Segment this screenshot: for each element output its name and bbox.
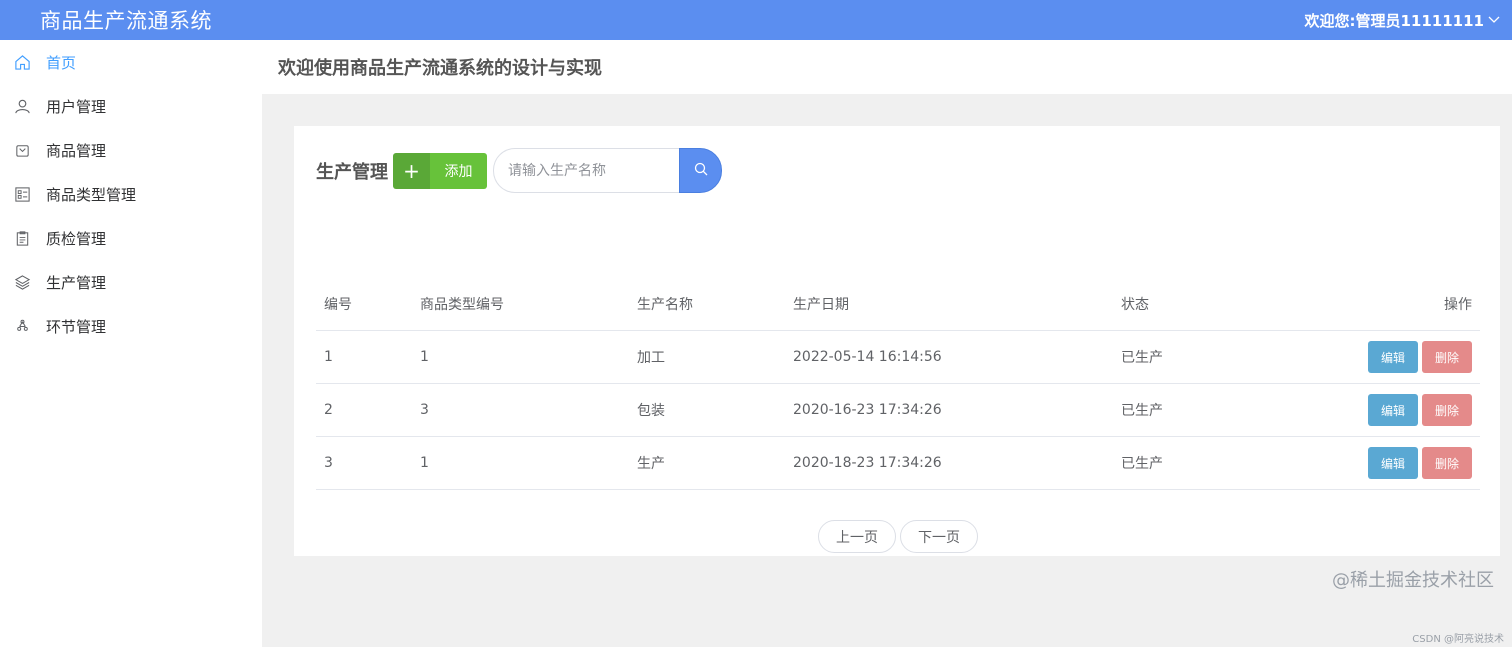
- search-icon: [694, 161, 708, 180]
- cell-type-id: 1: [420, 455, 429, 471]
- header-type-id: 商品类型编号: [420, 297, 504, 313]
- sidebar-item-label: 首页: [46, 53, 77, 72]
- sidebar-item-label: 环节管理: [46, 317, 107, 336]
- cell-ops: 编辑 删除: [1313, 341, 1480, 373]
- toolbar: 生产管理 + 添加: [316, 148, 722, 193]
- add-button-label: 添加: [430, 152, 487, 189]
- pagination: 上一页 下一页: [818, 520, 978, 553]
- sidebar-item-goods[interactable]: 商品管理: [0, 128, 262, 172]
- sidebar-item-users[interactable]: 用户管理: [0, 84, 262, 128]
- recycle-icon: [13, 317, 31, 335]
- table-row: 2 3 包装 2020-16-23 17:34:26 已生产 编辑 删除: [316, 384, 1480, 437]
- sidebar-item-label: 用户管理: [46, 97, 107, 116]
- main-area: 欢迎使用商品生产流通系统的设计与实现 生产管理 + 添加 编号 商品类型编号: [262, 40, 1512, 647]
- header-name: 生产名称: [637, 297, 693, 313]
- app-title: 商品生产流通系统: [40, 9, 212, 33]
- cell-ops: 编辑 删除: [1313, 447, 1480, 479]
- edit-button[interactable]: 编辑: [1368, 341, 1418, 373]
- search-input[interactable]: [493, 148, 679, 193]
- home-icon: [13, 53, 31, 71]
- cell-id: 2: [324, 402, 333, 418]
- sidebar-item-process[interactable]: 环节管理: [0, 304, 262, 348]
- sidebar-item-production[interactable]: 生产管理: [0, 260, 262, 304]
- add-button[interactable]: + 添加: [393, 152, 487, 189]
- delete-button[interactable]: 删除: [1422, 341, 1472, 373]
- cell-status: 已生产: [1121, 456, 1163, 472]
- sidebar-item-home[interactable]: 首页: [0, 40, 262, 84]
- clipboard-icon: [13, 229, 31, 247]
- cell-date: 2020-16-23 17:34:26: [793, 402, 942, 418]
- watermark: @稀土掘金技术社区: [1332, 570, 1494, 591]
- cell-name: 加工: [637, 350, 665, 366]
- content-card: 生产管理 + 添加 编号 商品类型编号 生产名称 生产日期 状态: [294, 126, 1500, 556]
- table-header-row: 编号 商品类型编号 生产名称 生产日期 状态 操作: [316, 278, 1480, 331]
- cell-name: 生产: [637, 456, 665, 472]
- cell-id: 3: [324, 455, 333, 471]
- cell-date: 2022-05-14 16:14:56: [793, 349, 942, 365]
- cell-date: 2020-18-23 17:34:26: [793, 455, 942, 471]
- table-row: 3 1 生产 2020-18-23 17:34:26 已生产 编辑 删除: [316, 437, 1480, 490]
- cell-status: 已生产: [1121, 403, 1163, 419]
- user-greeting: 欢迎您:管理员11111111: [1304, 11, 1485, 30]
- edit-button[interactable]: 编辑: [1368, 447, 1418, 479]
- sidebar: 首页 用户管理 商品管理 商品类型管理 质检管理 生产管理 环节管理: [0, 40, 262, 647]
- watermark-sub: CSDN @阿亮说技术: [1412, 634, 1504, 645]
- header-ops: 操作: [1444, 297, 1472, 313]
- section-title: 生产管理: [316, 161, 388, 183]
- sidebar-item-label: 质检管理: [46, 229, 107, 248]
- cell-ops: 编辑 删除: [1313, 394, 1480, 426]
- goods-icon: [13, 141, 31, 159]
- header-date: 生产日期: [793, 297, 849, 313]
- user-icon: [13, 97, 31, 115]
- sidebar-item-category[interactable]: 商品类型管理: [0, 172, 262, 216]
- header-status: 状态: [1121, 297, 1149, 313]
- sidebar-item-label: 商品类型管理: [46, 185, 137, 204]
- prev-page-button[interactable]: 上一页: [818, 520, 896, 553]
- category-icon: [13, 185, 31, 203]
- sidebar-item-label: 商品管理: [46, 141, 107, 160]
- edit-button[interactable]: 编辑: [1368, 394, 1418, 426]
- chevron-down-icon: [1488, 11, 1500, 29]
- header-id: 编号: [324, 297, 352, 313]
- next-page-button[interactable]: 下一页: [900, 520, 978, 553]
- page-header: 欢迎使用商品生产流通系统的设计与实现: [262, 40, 1512, 94]
- table-row: 1 1 加工 2022-05-14 16:14:56 已生产 编辑 删除: [316, 331, 1480, 384]
- cell-status: 已生产: [1121, 350, 1163, 366]
- welcome-title: 欢迎使用商品生产流通系统的设计与实现: [278, 58, 602, 79]
- cell-type-id: 3: [420, 402, 429, 418]
- delete-button[interactable]: 删除: [1422, 394, 1472, 426]
- production-table: 编号 商品类型编号 生产名称 生产日期 状态 操作 1 1 加工 2022-05…: [316, 278, 1480, 490]
- sidebar-item-label: 生产管理: [46, 273, 107, 292]
- cell-name: 包装: [637, 403, 665, 419]
- cell-type-id: 1: [420, 349, 429, 365]
- cell-id: 1: [324, 349, 333, 365]
- top-header: 商品生产流通系统 欢迎您:管理员11111111: [0, 0, 1512, 40]
- delete-button[interactable]: 删除: [1422, 447, 1472, 479]
- layers-icon: [13, 273, 31, 291]
- search-button[interactable]: [679, 148, 722, 193]
- sidebar-item-quality[interactable]: 质检管理: [0, 216, 262, 260]
- plus-icon: +: [393, 152, 430, 189]
- search-group: [493, 148, 722, 193]
- user-menu[interactable]: 欢迎您:管理员11111111: [1305, 10, 1512, 31]
